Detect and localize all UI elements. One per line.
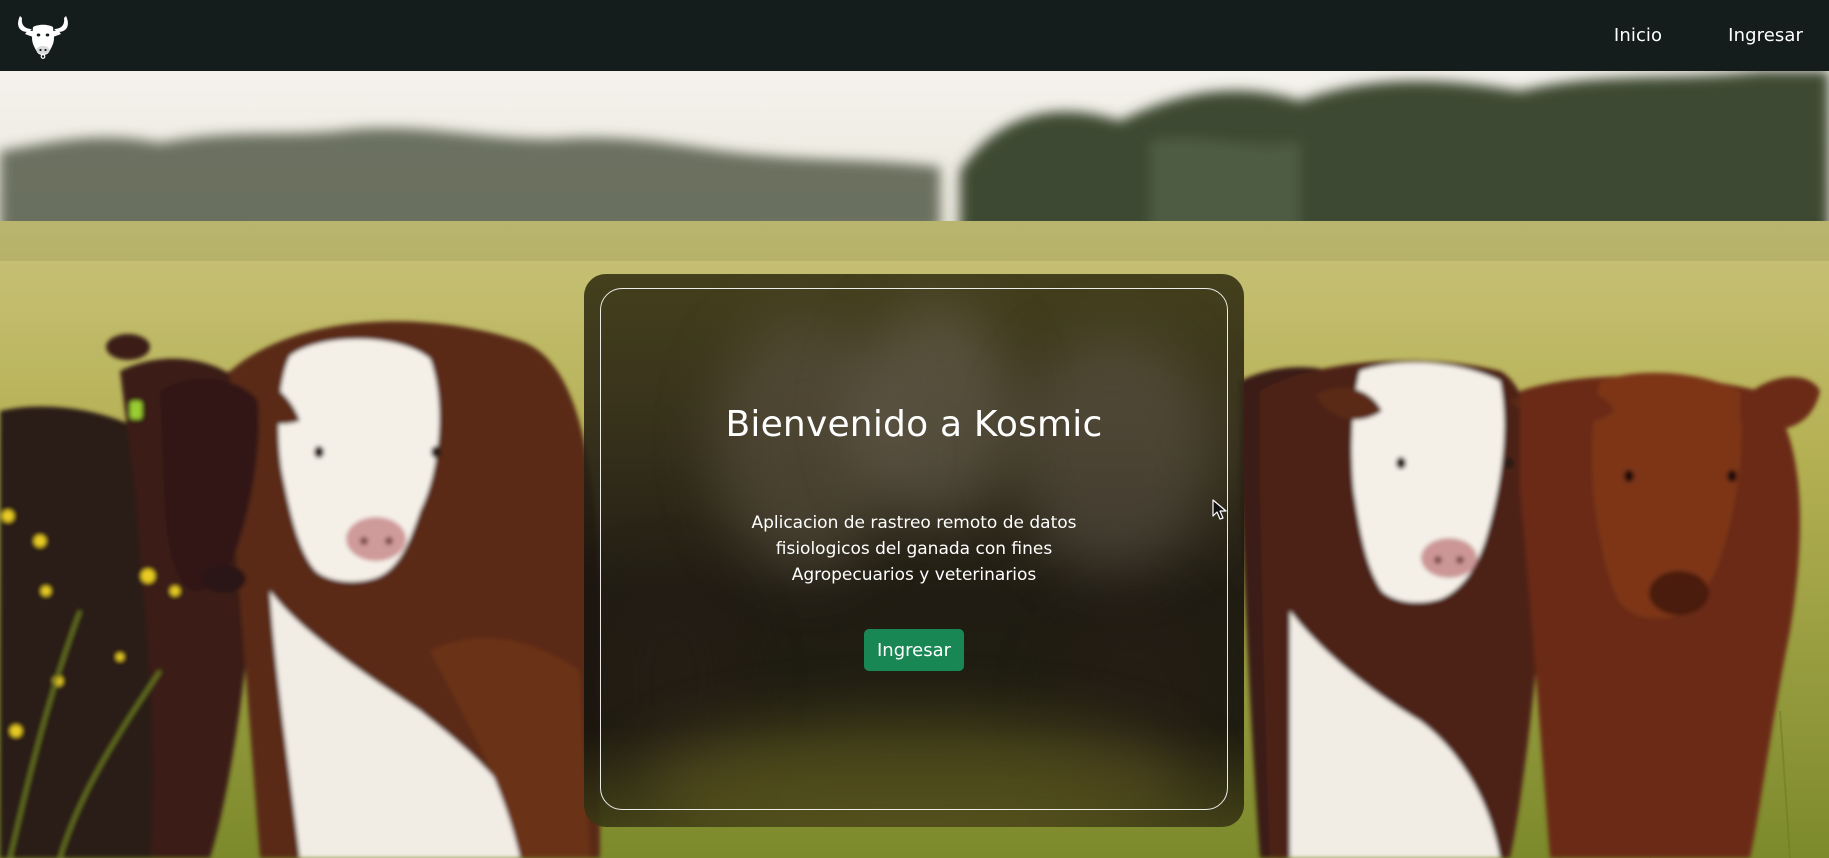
top-navbar: Inicio Ingresar [0,0,1829,71]
welcome-title: Bienvenido a Kosmic [725,404,1103,445]
ingresar-button[interactable]: Ingresar [864,629,964,671]
mouse-cursor-icon [1212,499,1228,521]
nav-link-inicio[interactable]: Inicio [1614,25,1662,46]
brand-logo[interactable] [14,10,72,62]
welcome-card: Bienvenido a Kosmic Aplicacion de rastre… [584,274,1244,827]
bull-head-icon [18,15,68,59]
nav-links: Inicio Ingresar [1548,25,1803,46]
welcome-description: Aplicacion de rastreo remoto de datos fi… [751,513,1077,585]
nav-link-ingresar[interactable]: Ingresar [1728,25,1803,46]
